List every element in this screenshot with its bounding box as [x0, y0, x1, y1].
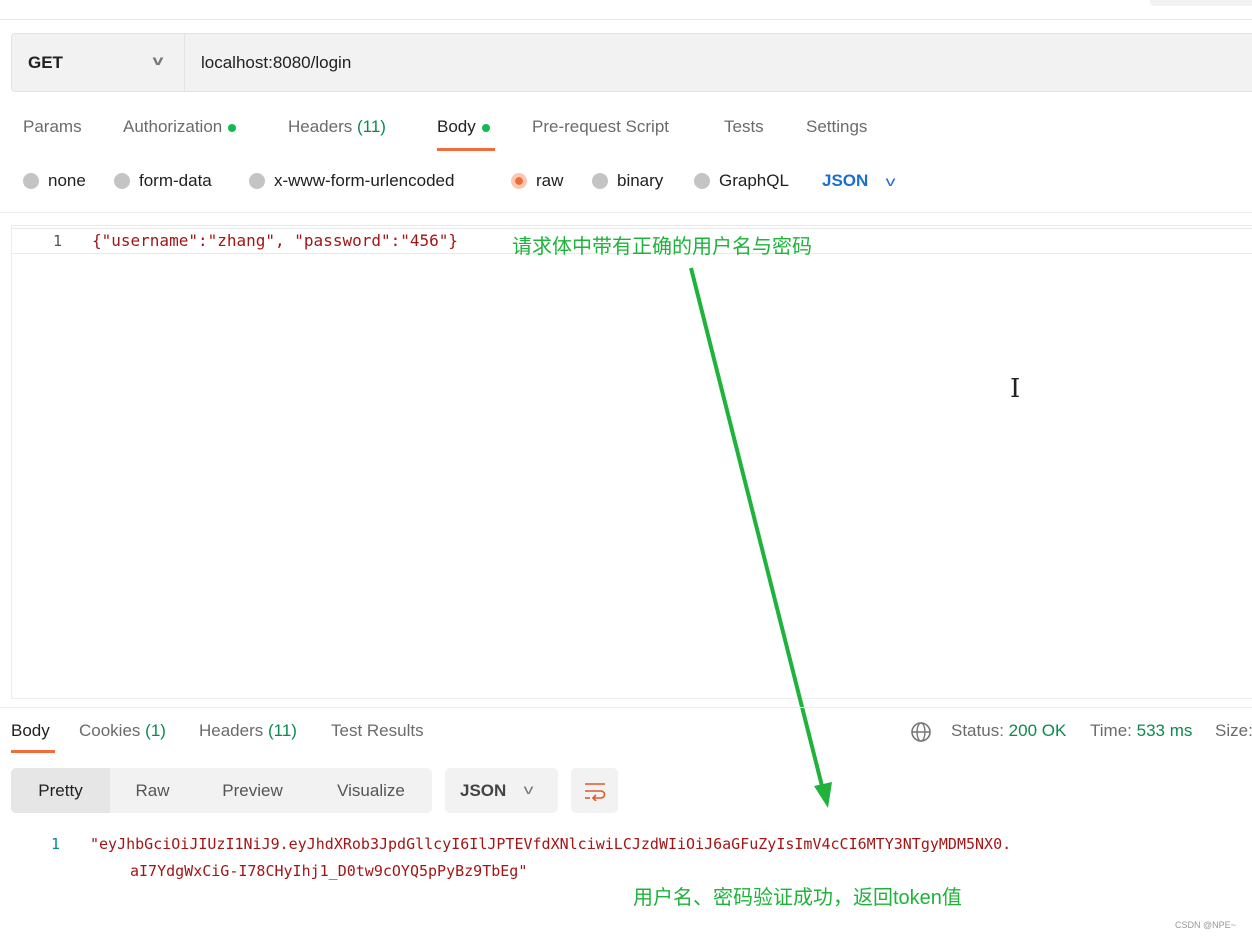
watermark: CSDN @NPE~: [1175, 920, 1236, 930]
active-tab-indicator: [11, 750, 55, 753]
response-tab-body[interactable]: Body: [11, 721, 50, 741]
response-tab-cookies[interactable]: Cookies (1): [79, 721, 166, 741]
format-label: JSON: [460, 781, 507, 800]
view-raw[interactable]: Raw: [110, 768, 195, 813]
tab-label: Headers: [199, 721, 264, 740]
response-tab-headers[interactable]: Headers (11): [199, 721, 297, 741]
count: (11): [268, 721, 297, 740]
view-pretty[interactable]: Pretty: [11, 768, 110, 813]
line-number: 1: [51, 835, 61, 853]
status-label: Status:: [951, 721, 1004, 740]
tab-label: Cookies: [79, 721, 141, 740]
arrow-head: [814, 782, 832, 808]
time: Time: 533 ms: [1090, 721, 1192, 741]
divider: [0, 707, 1252, 708]
time-value: 533 ms: [1136, 721, 1193, 740]
status: Status: 200 OK: [951, 721, 1066, 741]
arrow-line: [689, 267, 825, 791]
size-label: Size:: [1215, 721, 1252, 740]
view-preview[interactable]: Preview: [195, 768, 310, 813]
response-format-select[interactable]: JSON v: [445, 768, 558, 813]
status-value: 200 OK: [1008, 721, 1067, 740]
globe-icon[interactable]: [910, 721, 932, 743]
time-label: Time:: [1090, 721, 1132, 740]
wrap-lines-button[interactable]: [571, 768, 618, 813]
response-line: aI7YdgWxCiG-I78CHyIhj1_D0tw9cOYQ5pPyBz9T…: [130, 862, 528, 880]
wrap-icon: [585, 783, 606, 801]
view-mode-selector: Pretty Raw Preview Visualize: [11, 768, 432, 813]
chevron-down-icon: v: [523, 781, 534, 797]
view-visualize[interactable]: Visualize: [310, 768, 432, 813]
annotation-response: 用户名、密码验证成功，返回token值: [633, 887, 962, 909]
response-tab-test-results[interactable]: Test Results: [331, 721, 424, 741]
count: (1): [145, 721, 166, 740]
response-line: "eyJhbGciOiJIUzI1NiJ9.eyJhdXRob3JpdGllcy…: [90, 835, 1012, 853]
